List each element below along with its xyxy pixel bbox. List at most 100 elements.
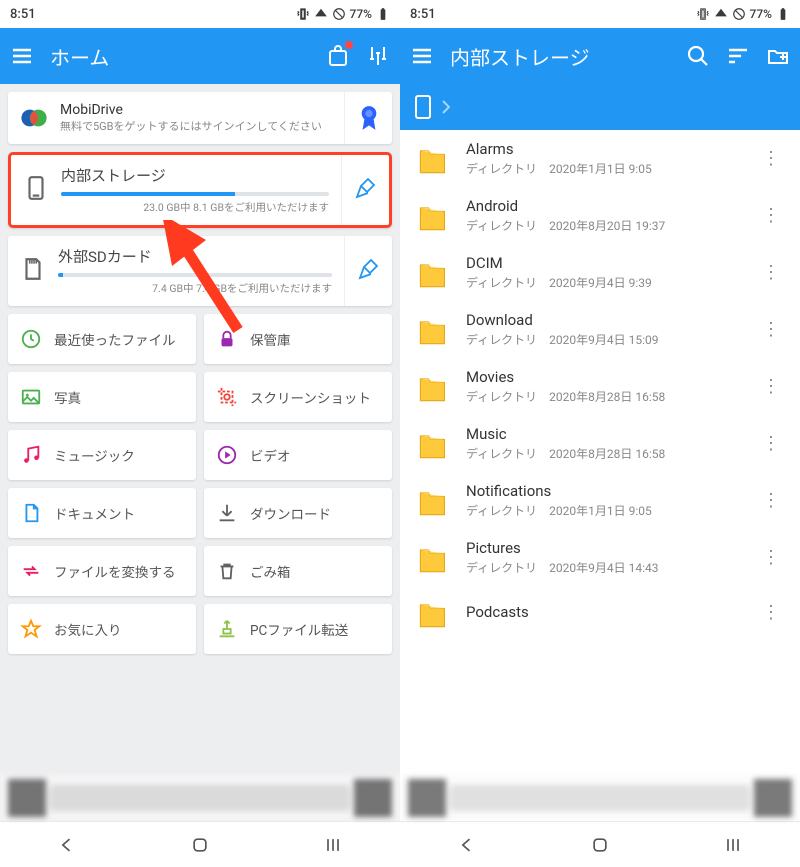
mobidrive-badge <box>344 92 392 144</box>
shop-icon[interactable] <box>326 44 350 68</box>
convert-icon <box>20 560 42 582</box>
menu-icon[interactable] <box>10 44 34 68</box>
more-button[interactable]: ⋮ <box>756 596 786 629</box>
folder-icon <box>414 485 452 517</box>
storage-name: 外部SDカード <box>58 246 332 267</box>
no-sync-icon <box>732 7 746 21</box>
tile-trash[interactable]: ごみ箱 <box>204 546 392 596</box>
storage-sd-card[interactable]: 外部SDカード 7.4 GB中 7.4 GBをご利用いただけます <box>8 236 392 306</box>
folder-icon <box>414 200 452 232</box>
tile-label: スクリーンショット <box>250 387 371 407</box>
ad-banner[interactable] <box>0 775 400 821</box>
page-title: ホーム <box>50 42 310 71</box>
folder-row[interactable]: Podcasts ⋮ <box>400 586 800 639</box>
tile-convert[interactable]: ファイルを変換する <box>8 546 196 596</box>
menu-icon[interactable] <box>410 44 434 68</box>
page-title: 内部ストレージ <box>450 42 670 71</box>
folder-icon <box>414 542 452 574</box>
more-button[interactable]: ⋮ <box>756 199 786 232</box>
tile-label: ビデオ <box>250 445 291 465</box>
mobidrive-logo-icon <box>20 104 48 132</box>
more-button[interactable]: ⋮ <box>756 313 786 346</box>
more-button[interactable]: ⋮ <box>756 370 786 403</box>
more-button[interactable]: ⋮ <box>756 142 786 175</box>
ad-banner[interactable] <box>400 775 800 821</box>
folder-icon <box>414 257 452 289</box>
clean-button[interactable] <box>344 236 392 306</box>
tile-clock[interactable]: 最近使ったファイル <box>8 314 196 364</box>
tile-crop[interactable]: スクリーンショット <box>204 372 392 422</box>
tile-label: PCファイル転送 <box>250 619 348 639</box>
app-bar: 内部ストレージ <box>400 28 800 84</box>
notification-dot <box>345 41 353 49</box>
status-time: 8:51 <box>10 7 36 22</box>
status-right: 77% <box>296 7 390 21</box>
folder-row[interactable]: Music ディレクトリ 2020年8月28日 16:58 ⋮ <box>400 415 800 472</box>
folder-sub: ディレクトリ 2020年9月4日 14:43 <box>466 559 742 576</box>
play-icon <box>216 444 238 466</box>
folder-row[interactable]: Alarms ディレクトリ 2020年1月1日 9:05 ⋮ <box>400 130 800 187</box>
chevron-right-icon <box>442 100 450 114</box>
storage-internal-card[interactable]: 内部ストレージ 23.0 GB中 8.1 GBをご利用いただけます <box>8 152 392 228</box>
wifi-icon <box>314 7 328 21</box>
more-button[interactable]: ⋮ <box>756 484 786 517</box>
tile-label: ファイルを変換する <box>54 561 176 581</box>
folder-row[interactable]: Download ディレクトリ 2020年9月4日 15:09 ⋮ <box>400 301 800 358</box>
folder-icon <box>414 428 452 460</box>
breadcrumb[interactable] <box>400 84 800 130</box>
folder-sub: ディレクトリ 2020年8月28日 16:58 <box>466 445 742 462</box>
sd-card-icon <box>20 256 46 286</box>
folder-icon <box>414 143 452 175</box>
app-bar: ホーム <box>0 28 400 84</box>
status-right: 77% <box>696 7 790 21</box>
folder-icon <box>414 597 452 629</box>
tile-label: 最近使ったファイル <box>54 329 176 349</box>
upload-icon <box>216 618 238 640</box>
tile-doc[interactable]: ドキュメント <box>8 488 196 538</box>
folder-name: Android <box>466 197 742 215</box>
sort-icon[interactable] <box>726 44 750 68</box>
doc-icon <box>20 502 42 524</box>
tile-image[interactable]: 写真 <box>8 372 196 422</box>
clean-button[interactable] <box>341 155 389 225</box>
back-nav-icon[interactable] <box>457 835 477 855</box>
tile-music[interactable]: ミュージック <box>8 430 196 480</box>
status-time: 8:51 <box>410 7 436 22</box>
folder-row[interactable]: Android ディレクトリ 2020年8月20日 19:37 ⋮ <box>400 187 800 244</box>
folder-row[interactable]: Movies ディレクトリ 2020年8月28日 16:58 ⋮ <box>400 358 800 415</box>
search-icon[interactable] <box>686 44 710 68</box>
tile-play[interactable]: ビデオ <box>204 430 392 480</box>
new-folder-icon[interactable] <box>766 44 790 68</box>
tile-star[interactable]: お気に入り <box>8 604 196 654</box>
folder-sub: ディレクトリ 2020年9月4日 9:39 <box>466 274 742 291</box>
crop-icon <box>216 386 238 408</box>
status-bar: 8:51 77% <box>400 0 800 28</box>
home-nav-icon[interactable] <box>590 835 610 855</box>
folder-sub: ディレクトリ 2020年1月1日 9:05 <box>466 502 742 519</box>
settings-icon[interactable] <box>366 44 390 68</box>
more-button[interactable]: ⋮ <box>756 541 786 574</box>
tile-label: ダウンロード <box>250 503 331 523</box>
folder-row[interactable]: Notifications ディレクトリ 2020年1月1日 9:05 ⋮ <box>400 472 800 529</box>
home-nav-icon[interactable] <box>190 835 210 855</box>
storage-bar <box>58 273 332 277</box>
more-button[interactable]: ⋮ <box>756 256 786 289</box>
clock-icon <box>20 328 42 350</box>
back-nav-icon[interactable] <box>57 835 77 855</box>
folder-name: Movies <box>466 368 742 386</box>
tile-download[interactable]: ダウンロード <box>204 488 392 538</box>
storage-name: 内部ストレージ <box>61 165 329 186</box>
recent-nav-icon[interactable] <box>723 835 743 855</box>
tile-upload[interactable]: PCファイル転送 <box>204 604 392 654</box>
tile-lock[interactable]: 保管庫 <box>204 314 392 364</box>
more-button[interactable]: ⋮ <box>756 427 786 460</box>
storage-subtitle: 23.0 GB中 8.1 GBをご利用いただけます <box>61 200 329 215</box>
folder-icon <box>414 314 452 346</box>
folder-row[interactable]: DCIM ディレクトリ 2020年9月4日 9:39 ⋮ <box>400 244 800 301</box>
ribbon-icon <box>358 104 380 132</box>
device-icon <box>414 94 432 120</box>
folder-row[interactable]: Pictures ディレクトリ 2020年9月4日 14:43 ⋮ <box>400 529 800 586</box>
recent-nav-icon[interactable] <box>323 835 343 855</box>
mobidrive-card[interactable]: MobiDrive 無料で5GBをゲットするにはサインインしてください <box>8 92 392 144</box>
mobidrive-name: MobiDrive <box>60 102 322 118</box>
